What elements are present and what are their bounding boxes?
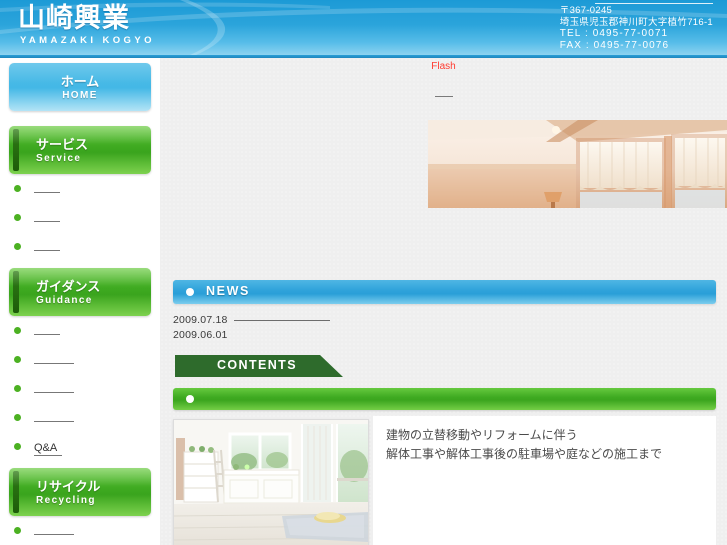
sidebar-subitem-label: Q&A [34, 441, 62, 456]
bullet-dot-icon [14, 327, 21, 334]
sidebar-subnav-service [0, 174, 160, 261]
bullet-dot-icon [14, 214, 21, 221]
sidebar-subitem-label [34, 392, 74, 393]
sidebar-subitem-recycling-1[interactable] [0, 516, 160, 545]
sidebar-subitem-service-1[interactable] [0, 174, 160, 203]
flash-banner-region[interactable]: Flash [160, 58, 727, 108]
sidebar-subitem-guidance-3[interactable] [0, 374, 160, 403]
sidebar-subitem-guidance-2[interactable] [0, 345, 160, 374]
content-thumbnail-interior[interactable] [173, 419, 369, 545]
sidebar-subitem-label [34, 250, 60, 251]
sidebar-guidance-label-en: Guidance [36, 295, 93, 306]
content-copy-line-2: 解体工事や解体工事後の駐車場や庭などの施工まで [386, 447, 663, 461]
logo-text-romaji: YAMAZAKI KOGYO [20, 35, 155, 46]
bullet-dot-icon [14, 243, 21, 250]
sidebar-subitem-label [34, 334, 60, 335]
news-section-header: NEWS [173, 280, 716, 304]
site-logo[interactable]: 山崎興業 YAMAZAKI KOGYO [18, 4, 155, 47]
content-bar-primary[interactable] [173, 388, 716, 410]
dot-icon [186, 288, 194, 296]
content-copy-line-1: 建物の立替移動やリフォームに伴う [386, 428, 578, 442]
flash-missing-plugin-label: Flash [431, 61, 456, 72]
sidebar-item-guidance[interactable]: ガイダンス Guidance [9, 268, 151, 316]
site-header: 山崎興業 YAMAZAKI KOGYO 〒367-0245 埼玉県児玉郡神川町大… [0, 0, 727, 55]
header-contact-info: 〒367-0245 埼玉県児玉郡神川町大字植竹716-1 TEL : 0495-… [560, 5, 713, 51]
bullet-dot-icon [14, 356, 21, 363]
news-list: 2009.07.18 2009.06.01 [173, 313, 330, 343]
flash-placeholder-rule [434, 96, 453, 97]
header-divider-rule [595, 3, 713, 4]
news-title: NEWS [206, 284, 250, 298]
contact-postal-code: 〒367-0245 [559, 5, 613, 16]
news-item[interactable]: 2009.07.18 [173, 313, 330, 328]
bullet-dot-icon [14, 527, 21, 534]
contact-telephone: TEL : 0495-77-0071 [559, 28, 669, 40]
content-copy-panel: 建物の立替移動やリフォームに伴う 解体工事や解体工事後の駐車場や庭などの施工まで [373, 416, 716, 545]
bullet-dot-icon [14, 385, 21, 392]
sidebar-subitem-guidance-1[interactable] [0, 316, 160, 345]
news-date: 2009.06.01 [173, 329, 228, 341]
bullet-dot-icon [14, 443, 21, 450]
news-item[interactable]: 2009.06.01 [173, 328, 330, 343]
sidebar-item-recycling[interactable]: リサイクル Recycling [9, 468, 151, 516]
contact-address: 埼玉県児玉郡神川町大字植竹716-1 [559, 16, 713, 28]
sidebar-subitem-service-2[interactable] [0, 203, 160, 232]
news-date: 2009.07.18 [173, 314, 228, 326]
main-content: Flash NEWS 2009.07.18 2009.06.01 CONTENT… [160, 58, 727, 545]
sidebar-service-label-jp: サービス [36, 138, 89, 153]
sidebar-subitem-label [34, 534, 74, 535]
sidebar-navigation: ホーム HOME サービス Service ガイダンス Guidance Q&A… [0, 58, 160, 545]
sidebar-subitem-label [34, 221, 60, 222]
sidebar-subitem-label [34, 192, 60, 193]
sidebar-home-label-en: HOME [62, 90, 98, 101]
contents-section-tab: CONTENTS [175, 355, 343, 377]
contact-fax: FAX : 0495-77-0076 [559, 39, 670, 51]
sidebar-home-label-jp: ホーム [60, 75, 100, 90]
sidebar-item-home[interactable]: ホーム HOME [9, 63, 151, 111]
sidebar-guidance-label-jp: ガイダンス [36, 280, 101, 295]
dot-icon [186, 395, 194, 403]
page-body: ホーム HOME サービス Service ガイダンス Guidance Q&A… [0, 58, 727, 545]
sidebar-subnav-guidance: Q&A [0, 316, 160, 461]
contents-tab-label: CONTENTS [217, 358, 297, 372]
sidebar-subitem-guidance-4[interactable] [0, 403, 160, 432]
sidebar-subitem-label [34, 363, 74, 364]
sidebar-recycling-label-en: Recycling [36, 495, 96, 506]
sidebar-subitem-label [34, 421, 74, 422]
logo-text-japanese: 山崎興業 [18, 3, 130, 34]
bullet-dot-icon [14, 414, 21, 421]
sidebar-service-label-en: Service [36, 153, 82, 164]
bullet-dot-icon [14, 185, 21, 192]
sidebar-subnav-recycling [0, 516, 160, 545]
news-headline-placeholder [233, 320, 330, 321]
sidebar-recycling-label-jp: リサイクル [36, 480, 101, 495]
hero-image-interior-room [428, 120, 727, 208]
sidebar-item-service[interactable]: サービス Service [9, 126, 151, 174]
sidebar-subitem-service-3[interactable] [0, 232, 160, 261]
sidebar-subitem-qa[interactable]: Q&A [0, 432, 160, 461]
